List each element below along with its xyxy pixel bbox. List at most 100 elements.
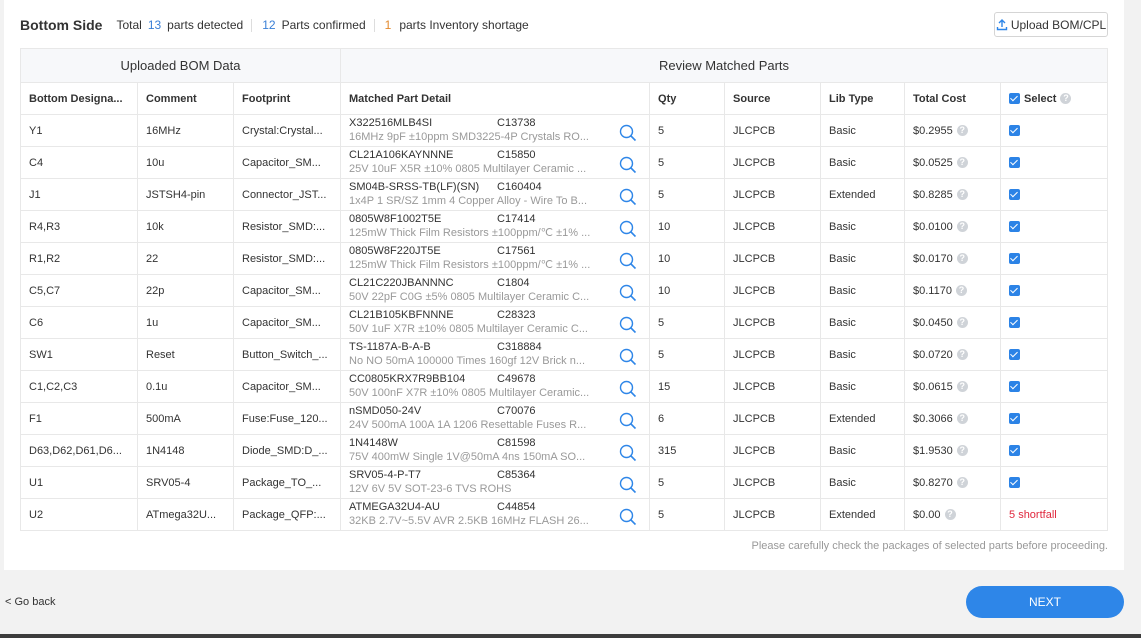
qty-cell: 5: [649, 338, 726, 371]
source-cell: JLCPCB: [724, 274, 822, 307]
table-row: SW1 Reset Button_Switch_... TS-1187A-B-A-B C…: [20, 338, 1109, 371]
lib-type-cell: Basic: [820, 210, 906, 243]
matched-part-cell: 0805W8F1002T5E C17414 125mW Thick Film Res…: [340, 210, 651, 243]
designator-cell: U1: [20, 466, 138, 499]
help-icon[interactable]: ?: [956, 317, 968, 328]
part-description: 32KB 2.7V~5.5V AVR 2.5KB 16MHz FLASH 26.…: [349, 515, 589, 527]
lib-type-cell: Basic: [820, 434, 906, 467]
search-icon[interactable]: [619, 124, 637, 142]
select-checkbox[interactable]: [1009, 189, 1021, 201]
search-icon[interactable]: [619, 508, 637, 526]
source-cell: JLCPCB: [724, 434, 822, 467]
cost-value: $0.0615: [913, 380, 953, 393]
lcsc-number: C17561: [497, 245, 536, 257]
select-checkbox[interactable]: [1009, 413, 1021, 425]
part-description: 75V 400mW Single 1V@50mA 4ns 150mA SO...: [349, 451, 586, 463]
footprint-cell: Resistor_SMD:...: [232, 210, 342, 243]
select-checkbox[interactable]: [1009, 221, 1021, 233]
lcsc-number: C15850: [497, 149, 536, 161]
part-description: 125mW Thick Film Resistors ±100ppm/℃ ±1%…: [349, 227, 591, 239]
select-checkbox[interactable]: [1009, 125, 1021, 137]
select-checkbox[interactable]: [1009, 349, 1021, 361]
designator-cell: SW1: [20, 338, 138, 371]
source-cell: JLCPCB: [724, 178, 822, 211]
shortage-label: parts Inventory shortage: [399, 18, 529, 32]
help-icon[interactable]: ?: [1060, 93, 1072, 104]
detected-label: parts detected: [167, 18, 244, 32]
lcsc-number: C70076: [497, 405, 536, 417]
part-description: 24V 500mA 100A 1A 1206 Resettable Fuses …: [349, 419, 587, 431]
total-cost-cell: $0.0100?: [904, 210, 1002, 243]
search-icon[interactable]: [619, 284, 637, 302]
source-cell: JLCPCB: [724, 338, 822, 371]
designator-cell: D63,D62,D61,D6...: [20, 434, 138, 467]
select-checkbox[interactable]: [1009, 445, 1021, 457]
summary-header: Bottom Side Total 13 parts detected 12 P…: [20, 14, 529, 36]
lib-type-cell: Extended: [820, 402, 906, 435]
col-comment: Comment: [137, 82, 234, 115]
next-button[interactable]: NEXT: [966, 586, 1124, 618]
search-icon[interactable]: [619, 476, 637, 494]
select-cell: [1000, 274, 1109, 307]
table-row: R4,R3 10k Resistor_SMD:... 0805W8F1002T5E C1…: [20, 210, 1109, 243]
select-all-checkbox[interactable]: [1009, 93, 1021, 104]
search-icon[interactable]: [619, 188, 637, 206]
search-icon[interactable]: [619, 380, 637, 398]
help-icon[interactable]: ?: [956, 445, 968, 456]
help-icon[interactable]: ?: [956, 477, 968, 488]
select-checkbox[interactable]: [1009, 253, 1021, 265]
select-checkbox[interactable]: [1009, 157, 1021, 169]
select-checkbox[interactable]: [1009, 285, 1021, 297]
lcsc-number: C81598: [497, 437, 536, 449]
go-back-link[interactable]: < Go back: [5, 596, 55, 608]
qty-cell: 5: [649, 146, 726, 179]
select-cell: [1000, 466, 1109, 499]
footprint-cell: Capacitor_SM...: [232, 306, 342, 339]
help-icon[interactable]: ?: [956, 221, 968, 232]
lcsc-number: C85364: [497, 469, 536, 481]
help-icon[interactable]: ?: [956, 125, 968, 136]
comment-cell: 22p: [137, 274, 234, 307]
comment-cell: ATmega32U...: [137, 498, 234, 531]
matched-part-cell: CC0805KRX7R9BB104 C49678 50V 100nF X7R ±10…: [340, 370, 651, 403]
search-icon[interactable]: [619, 220, 637, 238]
help-icon[interactable]: ?: [956, 349, 968, 360]
total-cost-cell: $0.2955?: [904, 114, 1002, 147]
comment-cell: 10k: [137, 210, 234, 243]
help-icon[interactable]: ?: [944, 509, 956, 520]
help-icon[interactable]: ?: [956, 253, 968, 264]
search-icon[interactable]: [619, 316, 637, 334]
search-icon[interactable]: [619, 412, 637, 430]
table-row: F1 500mA Fuse:Fuse_120... nSMD050-24V C70076…: [20, 402, 1109, 435]
designator-cell: J1: [20, 178, 138, 211]
source-cell: JLCPCB: [724, 210, 822, 243]
qty-cell: 10: [649, 210, 726, 243]
designator-cell: U2: [20, 498, 138, 531]
part-description: 1x4P 1 SR/SZ 1mm 4 Copper Alloy - Wire T…: [349, 195, 588, 207]
help-icon[interactable]: ?: [955, 285, 967, 296]
review-matched-header: Review Matched Parts: [340, 48, 1109, 83]
help-icon[interactable]: ?: [956, 189, 968, 200]
select-checkbox[interactable]: [1009, 477, 1021, 489]
comment-cell: SRV05-4: [137, 466, 234, 499]
search-icon[interactable]: [619, 348, 637, 366]
search-icon[interactable]: [619, 252, 637, 270]
part-number: ATMEGA32U4-AU: [349, 501, 440, 513]
upload-icon: [996, 18, 1008, 30]
designator-cell: C6: [20, 306, 138, 339]
lib-type-cell: Basic: [820, 242, 906, 275]
search-icon[interactable]: [619, 444, 637, 462]
search-icon[interactable]: [619, 156, 637, 174]
total-count: 13: [147, 18, 162, 32]
select-checkbox[interactable]: [1009, 381, 1021, 393]
help-icon[interactable]: ?: [956, 157, 968, 168]
select-cell: [1000, 306, 1109, 339]
designator-cell: Y1: [20, 114, 138, 147]
help-icon[interactable]: ?: [956, 381, 968, 392]
upload-bom-cpl-button[interactable]: Upload BOM/CPL: [994, 12, 1108, 37]
select-cell: [1000, 210, 1109, 243]
help-icon[interactable]: ?: [956, 413, 968, 424]
designator-cell: F1: [20, 402, 138, 435]
select-checkbox[interactable]: [1009, 317, 1021, 329]
bottom-bar: [0, 634, 1141, 638]
